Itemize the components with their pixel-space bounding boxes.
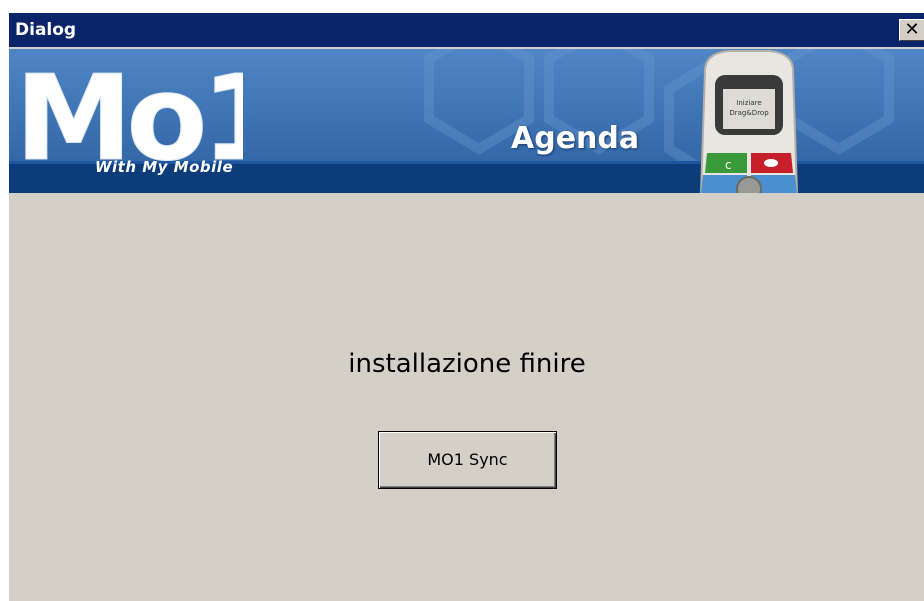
window-title: Dialog (15, 20, 77, 40)
header-banner: Mo1 With My Mobile Agenda Iniziare Drag&… (9, 49, 924, 193)
logo-tagline: With My Mobile (95, 158, 234, 176)
mobile-device-icon: Iniziare Drag&Drop c (699, 50, 799, 193)
dialog-window: Dialog ✕ Mo1 With My (8, 12, 924, 601)
close-button[interactable]: ✕ (899, 19, 924, 41)
device-screen-line2: Drag&Drop (729, 109, 769, 117)
product-name: Agenda (511, 121, 640, 156)
close-icon: ✕ (904, 19, 920, 40)
title-bar[interactable]: Dialog ✕ (9, 13, 924, 47)
device-screen-line1: Iniziare (736, 99, 761, 107)
svg-text:c: c (725, 158, 732, 172)
status-message: installazione finire (348, 349, 586, 379)
mo1-sync-button[interactable]: MO1 Sync (378, 431, 557, 489)
